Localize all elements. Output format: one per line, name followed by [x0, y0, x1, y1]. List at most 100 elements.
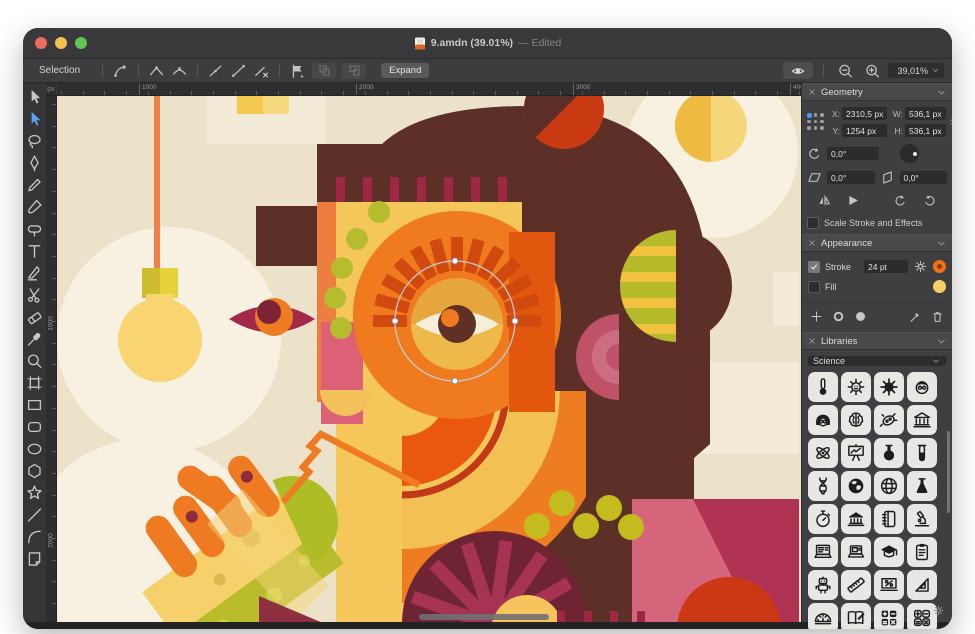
lasso-tool[interactable] [25, 130, 44, 152]
rounded-rect-tool[interactable] [25, 416, 44, 438]
flip-vertical-button[interactable] [846, 193, 861, 208]
corner-point-icon[interactable] [147, 62, 166, 80]
skew-vertical-field[interactable]: 0,0° [900, 171, 948, 184]
zoom-tool[interactable] [25, 350, 44, 372]
anchor-dot[interactable] [820, 113, 824, 117]
ungroup-button[interactable] [342, 63, 366, 79]
stroke-color-swatch[interactable] [933, 260, 946, 273]
artboard-tool[interactable] [25, 372, 44, 394]
rotation-field[interactable]: 0,0° [827, 147, 879, 160]
group-button[interactable] [312, 63, 336, 79]
flip-horizontal-button[interactable] [817, 193, 832, 208]
convert-anchor-icon[interactable] [111, 62, 130, 80]
eraser-tool[interactable] [25, 306, 44, 328]
geometry-header[interactable]: Geometry [802, 83, 952, 101]
arc-tool[interactable] [25, 526, 44, 548]
line-tool[interactable] [25, 504, 44, 526]
anchor-point-selector[interactable] [807, 113, 825, 131]
knife-tool[interactable] [25, 262, 44, 284]
presentation-icon[interactable] [841, 438, 871, 468]
brush-tool[interactable] [25, 196, 44, 218]
museum-icon[interactable] [907, 405, 937, 435]
stroke-swatch-icon[interactable] [831, 309, 846, 324]
bank-icon[interactable] [841, 504, 871, 534]
x-field[interactable]: 2310,5 px [842, 107, 887, 120]
notebook-icon[interactable] [874, 504, 904, 534]
vertical-ruler[interactable]: 10002000 [46, 96, 57, 622]
thermometer-icon[interactable] [808, 372, 838, 402]
preview-eye-button[interactable] [783, 62, 813, 79]
anchor-dot[interactable] [807, 113, 812, 118]
stopwatch-icon[interactable] [808, 504, 838, 534]
bacteria-icon[interactable] [874, 405, 904, 435]
percent-board-icon[interactable] [874, 570, 904, 600]
anchor-dot[interactable] [814, 113, 818, 117]
smooth-point-icon[interactable] [170, 62, 189, 80]
stroke-checkbox[interactable] [808, 261, 820, 273]
ruler-icon[interactable] [841, 570, 871, 600]
flask-round-icon[interactable] [874, 438, 904, 468]
calculator-solid-icon[interactable] [874, 603, 904, 629]
w-field[interactable]: 536,1 px [905, 107, 946, 120]
zoom-window-button[interactable] [75, 37, 87, 49]
pencil-tool[interactable] [25, 174, 44, 196]
horizontal-ruler[interactable]: px 1000200030004000 [46, 83, 801, 96]
expand-button[interactable]: Expand [381, 63, 429, 78]
anchor-dot[interactable] [820, 126, 824, 130]
fill-swatch-icon[interactable] [853, 309, 868, 324]
rect-tool[interactable] [25, 394, 44, 416]
skew-horizontal-field[interactable]: 0,0° [827, 171, 875, 184]
library-select[interactable]: Science [808, 356, 946, 366]
robot-icon[interactable] [808, 570, 838, 600]
pen-tool[interactable] [25, 152, 44, 174]
stroke-width-field[interactable]: 24 pt [864, 260, 908, 273]
fill-checkbox[interactable] [808, 281, 820, 293]
book-pencil-icon[interactable] [841, 603, 871, 629]
clipboard-icon[interactable] [907, 537, 937, 567]
text-tool[interactable] [25, 240, 44, 262]
triangle-icon[interactable] [907, 570, 937, 600]
scientist-man-icon[interactable] [907, 372, 937, 402]
canvas[interactable] [57, 96, 801, 622]
rotate-ccw-button[interactable] [893, 193, 908, 208]
width-tool[interactable] [25, 218, 44, 240]
atom-icon[interactable] [808, 438, 838, 468]
zoom-level-dropdown[interactable]: 39,01% [888, 63, 944, 78]
anchor-dot[interactable] [820, 120, 824, 124]
direct-select-tool[interactable] [25, 108, 44, 130]
trash-icon[interactable] [930, 309, 945, 324]
globe-solid-icon[interactable] [841, 471, 871, 501]
eyedropper-tool[interactable] [25, 328, 44, 350]
rotate-cw-button[interactable] [922, 193, 937, 208]
appearance-header[interactable]: Appearance [802, 234, 952, 252]
anchor-dot[interactable] [814, 126, 818, 130]
anchor-dot[interactable] [807, 120, 811, 124]
close-window-button[interactable] [35, 37, 47, 49]
snap-flag-icon[interactable] [288, 62, 307, 80]
minimize-window-button[interactable] [55, 37, 67, 49]
grad-cap-icon[interactable] [874, 537, 904, 567]
test-tube-icon[interactable] [907, 438, 937, 468]
brain-icon[interactable] [841, 405, 871, 435]
dial-handle[interactable] [913, 152, 917, 156]
stroke-settings-gear-icon[interactable] [913, 259, 928, 274]
virus-icon[interactable] [841, 372, 871, 402]
join-segment-icon[interactable] [229, 62, 248, 80]
protractor-icon[interactable] [808, 603, 838, 629]
fill-color-swatch[interactable] [933, 280, 946, 293]
zoom-out-icon[interactable] [836, 62, 855, 80]
library-scrollbar[interactable] [947, 431, 950, 513]
anchor-dot[interactable] [814, 120, 818, 124]
dna-icon[interactable] [808, 471, 838, 501]
globe-icon[interactable] [874, 471, 904, 501]
libraries-header[interactable]: Libraries [802, 332, 952, 350]
laptop-icon[interactable] [841, 537, 871, 567]
y-field[interactable]: 1254 px [842, 124, 887, 137]
laptop-book-icon[interactable] [808, 537, 838, 567]
polygon-tool[interactable] [25, 460, 44, 482]
scientist-woman-icon[interactable] [808, 405, 838, 435]
library-settings-gear-icon[interactable] [932, 604, 945, 617]
horizontal-scrollbar[interactable] [419, 614, 549, 620]
virus-solid-icon[interactable] [874, 372, 904, 402]
constrain-proportions-icon[interactable] [948, 111, 952, 133]
